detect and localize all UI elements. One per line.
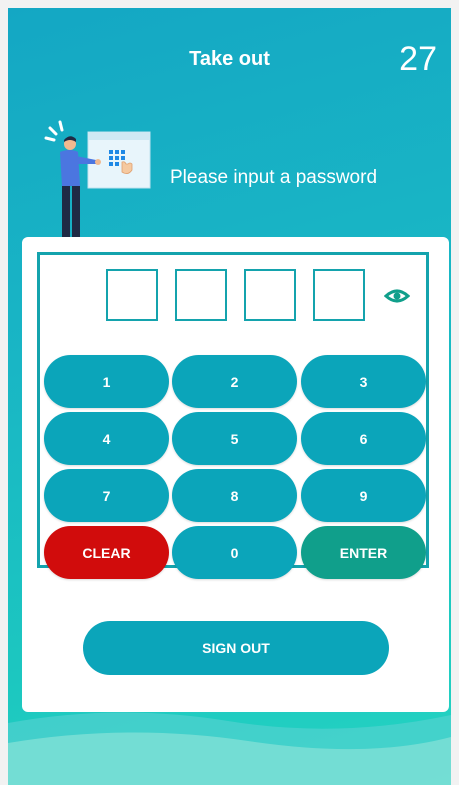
countdown-timer: 27 [399,40,437,78]
person-keypad-illustration [44,120,151,245]
sign-out-button[interactable]: SIGN OUT [83,621,389,675]
pin-digit-box [313,269,365,321]
key-0[interactable]: 0 [172,526,297,579]
key-6[interactable]: 6 [301,412,426,465]
password-card: 1 2 3 4 5 6 7 8 9 CLEAR 0 ENTER SIGN OUT [22,237,449,712]
pin-digit-box [244,269,296,321]
key-1[interactable]: 1 [44,355,169,408]
key-2[interactable]: 2 [172,355,297,408]
key-7[interactable]: 7 [44,469,169,522]
password-prompt: Please input a password [170,167,378,188]
enter-button[interactable]: ENTER [301,526,426,579]
pin-digit-box [106,269,158,321]
key-9[interactable]: 9 [301,469,426,522]
wave-decoration [8,712,451,785]
clear-button[interactable]: CLEAR [44,526,169,579]
keypad-panel: 1 2 3 4 5 6 7 8 9 CLEAR 0 ENTER [37,252,429,579]
screen: Take out 27 Please input a password 1 2 … [8,8,451,785]
pin-digit-box [175,269,227,321]
key-4[interactable]: 4 [44,412,169,465]
key-8[interactable]: 8 [172,469,297,522]
key-5[interactable]: 5 [172,412,297,465]
key-3[interactable]: 3 [301,355,426,408]
page-title: Take out [189,48,270,70]
eye-icon[interactable] [384,286,410,306]
